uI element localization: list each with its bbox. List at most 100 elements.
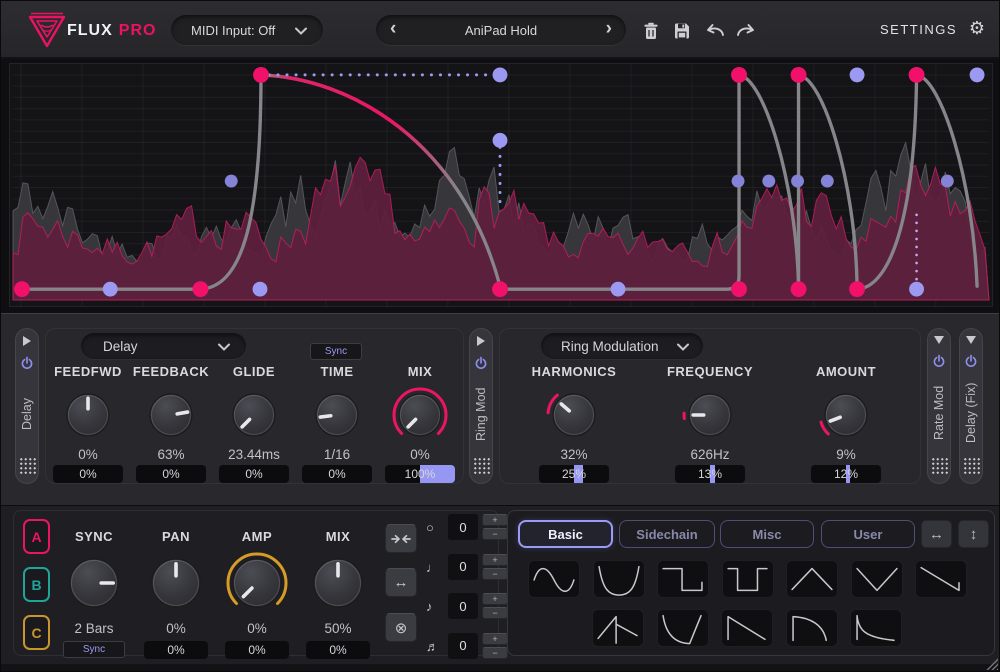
drag-handle-icon[interactable] bbox=[19, 457, 36, 474]
knob-feedfwd[interactable] bbox=[59, 386, 117, 444]
envelope-node-purple[interactable] bbox=[611, 282, 626, 297]
flip-horizontal-button[interactable]: ↔ bbox=[921, 520, 952, 548]
redo-icon[interactable] bbox=[734, 21, 758, 41]
envelope-node-pink[interactable] bbox=[492, 281, 508, 297]
wave-tile-sine[interactable] bbox=[528, 560, 580, 598]
knob-harmonics[interactable] bbox=[545, 386, 603, 444]
preset-selector[interactable]: ‹ AniPad Hold › bbox=[376, 15, 626, 45]
envelope-node-purple[interactable] bbox=[970, 67, 985, 82]
power-icon[interactable] bbox=[963, 353, 979, 369]
mod-amount-slider[interactable]: 12% bbox=[811, 465, 881, 483]
envelope-curve-handle[interactable] bbox=[821, 175, 834, 188]
envelope-node-pink[interactable] bbox=[14, 281, 30, 297]
rail-delay-fix[interactable]: Delay (Fix) bbox=[959, 328, 983, 484]
wave-tile-exp-valley[interactable] bbox=[657, 609, 709, 647]
lfo-sync-toggle[interactable]: Sync bbox=[63, 641, 125, 658]
envelope-node-pink[interactable] bbox=[849, 281, 865, 297]
knob-glide[interactable] bbox=[225, 386, 283, 444]
ringmod-effect-dropdown[interactable]: Ring Modulation bbox=[541, 333, 703, 359]
undo-icon[interactable] bbox=[703, 21, 727, 41]
preset-prev-button[interactable]: ‹ bbox=[390, 19, 396, 38]
stepper-increment-button[interactable]: + bbox=[482, 514, 508, 526]
wave-tab-basic[interactable]: Basic bbox=[518, 520, 613, 548]
expand-down-icon[interactable] bbox=[934, 336, 944, 344]
envelope-node-pink[interactable] bbox=[909, 67, 925, 83]
wave-tile-triangle-inverted[interactable] bbox=[851, 560, 903, 598]
wave-tile-plateau-drop[interactable] bbox=[786, 609, 838, 647]
rail-rate-mod[interactable]: Rate Mod bbox=[927, 328, 951, 484]
envelope-node-purple[interactable] bbox=[909, 282, 924, 297]
drag-handle-icon[interactable] bbox=[473, 457, 490, 474]
knob-sync[interactable] bbox=[62, 551, 126, 615]
knob-mix[interactable] bbox=[391, 386, 449, 444]
preset-next-button[interactable]: › bbox=[606, 19, 612, 38]
expand-right-icon[interactable] bbox=[23, 336, 31, 346]
rail-delay[interactable]: Delay bbox=[15, 328, 39, 484]
save-icon[interactable] bbox=[672, 21, 692, 41]
wave-tile-exp-decay[interactable] bbox=[850, 609, 902, 647]
pinch-horizontal-button[interactable] bbox=[385, 524, 417, 553]
power-icon[interactable] bbox=[19, 355, 35, 371]
stretch-horizontal-button[interactable]: ↔ bbox=[385, 568, 417, 597]
power-icon[interactable] bbox=[473, 355, 489, 371]
wave-tile-sine-inverted[interactable] bbox=[593, 560, 645, 598]
expand-right-icon[interactable] bbox=[477, 336, 485, 346]
envelope-curve-handle[interactable] bbox=[791, 175, 804, 188]
envelope-node-purple[interactable] bbox=[850, 67, 865, 82]
mod-amount-slider[interactable]: 100% bbox=[385, 465, 455, 483]
envelope-node-pink[interactable] bbox=[791, 281, 807, 297]
mod-amount-slider[interactable]: 0% bbox=[53, 465, 123, 483]
stepper-increment-button[interactable]: + bbox=[482, 554, 508, 566]
mod-amount-slider[interactable]: 25% bbox=[539, 465, 609, 483]
stepper-increment-button[interactable]: + bbox=[482, 633, 508, 645]
wave-tile-square[interactable] bbox=[657, 560, 709, 598]
wave-tile-saw-down[interactable] bbox=[915, 560, 967, 598]
wave-tile-square-notch[interactable] bbox=[722, 560, 774, 598]
envelope-node-purple[interactable] bbox=[103, 282, 118, 297]
stepper-decrement-button[interactable]: − bbox=[482, 528, 508, 540]
delay-sync-toggle[interactable]: Sync bbox=[310, 343, 362, 360]
wave-tile-ramp-down[interactable] bbox=[721, 609, 773, 647]
mod-amount-slider[interactable]: 0% bbox=[219, 465, 289, 483]
mod-amount-slider[interactable]: 13% bbox=[675, 465, 745, 483]
mod-amount-slider[interactable]: 0% bbox=[144, 641, 208, 659]
wave-tab-user[interactable]: User bbox=[821, 520, 915, 548]
knob-frequency[interactable] bbox=[681, 386, 739, 444]
midi-input-dropdown[interactable]: MIDI Input: Off bbox=[171, 15, 323, 45]
knob-time[interactable] bbox=[308, 386, 366, 444]
envelope-node-purple[interactable] bbox=[493, 67, 508, 82]
envelope-editor[interactable] bbox=[9, 63, 993, 307]
envelope-node-pink[interactable] bbox=[193, 281, 209, 297]
envelope-node-pink[interactable] bbox=[791, 67, 807, 83]
flip-vertical-button[interactable]: ↕ bbox=[958, 520, 989, 548]
drag-handle-icon[interactable] bbox=[963, 457, 980, 474]
envelope-node-purple[interactable] bbox=[493, 133, 508, 148]
knob-feedback[interactable] bbox=[142, 386, 200, 444]
wave-tab-sidechain[interactable]: Sidechain bbox=[619, 520, 715, 548]
envelope-node-purple[interactable] bbox=[253, 282, 268, 297]
mod-amount-slider[interactable]: 0% bbox=[136, 465, 206, 483]
envelope-curve-handle[interactable] bbox=[941, 175, 954, 188]
mod-amount-slider[interactable]: 0% bbox=[225, 641, 289, 659]
envelope-curve-handle[interactable] bbox=[762, 175, 775, 188]
stepper-decrement-button[interactable]: − bbox=[482, 607, 508, 619]
envelope-node-pink[interactable] bbox=[731, 281, 747, 297]
knob-pan[interactable] bbox=[144, 551, 208, 615]
wave-tile-triangle[interactable] bbox=[786, 560, 838, 598]
envelope-curve-handle[interactable] bbox=[225, 175, 238, 188]
envelope-node-pink[interactable] bbox=[253, 67, 269, 83]
knob-amp[interactable] bbox=[225, 551, 289, 615]
power-icon[interactable] bbox=[931, 353, 947, 369]
rail-ring-mod[interactable]: Ring Mod bbox=[469, 328, 493, 484]
envelope-node-pink[interactable] bbox=[731, 67, 747, 83]
expand-down-icon[interactable] bbox=[966, 336, 976, 344]
wave-tile-saw-updown[interactable] bbox=[592, 609, 644, 647]
mod-amount-slider[interactable]: 0% bbox=[306, 641, 370, 659]
stepper-decrement-button[interactable]: − bbox=[482, 568, 508, 580]
envelope-curve-handle[interactable] bbox=[732, 175, 745, 188]
stepper-decrement-button[interactable]: − bbox=[482, 647, 508, 659]
gear-icon[interactable]: ⚙ bbox=[969, 18, 985, 39]
cancel-button[interactable]: ⊗ bbox=[385, 613, 417, 642]
knob-mix[interactable] bbox=[306, 551, 370, 615]
drag-handle-icon[interactable] bbox=[931, 457, 948, 474]
